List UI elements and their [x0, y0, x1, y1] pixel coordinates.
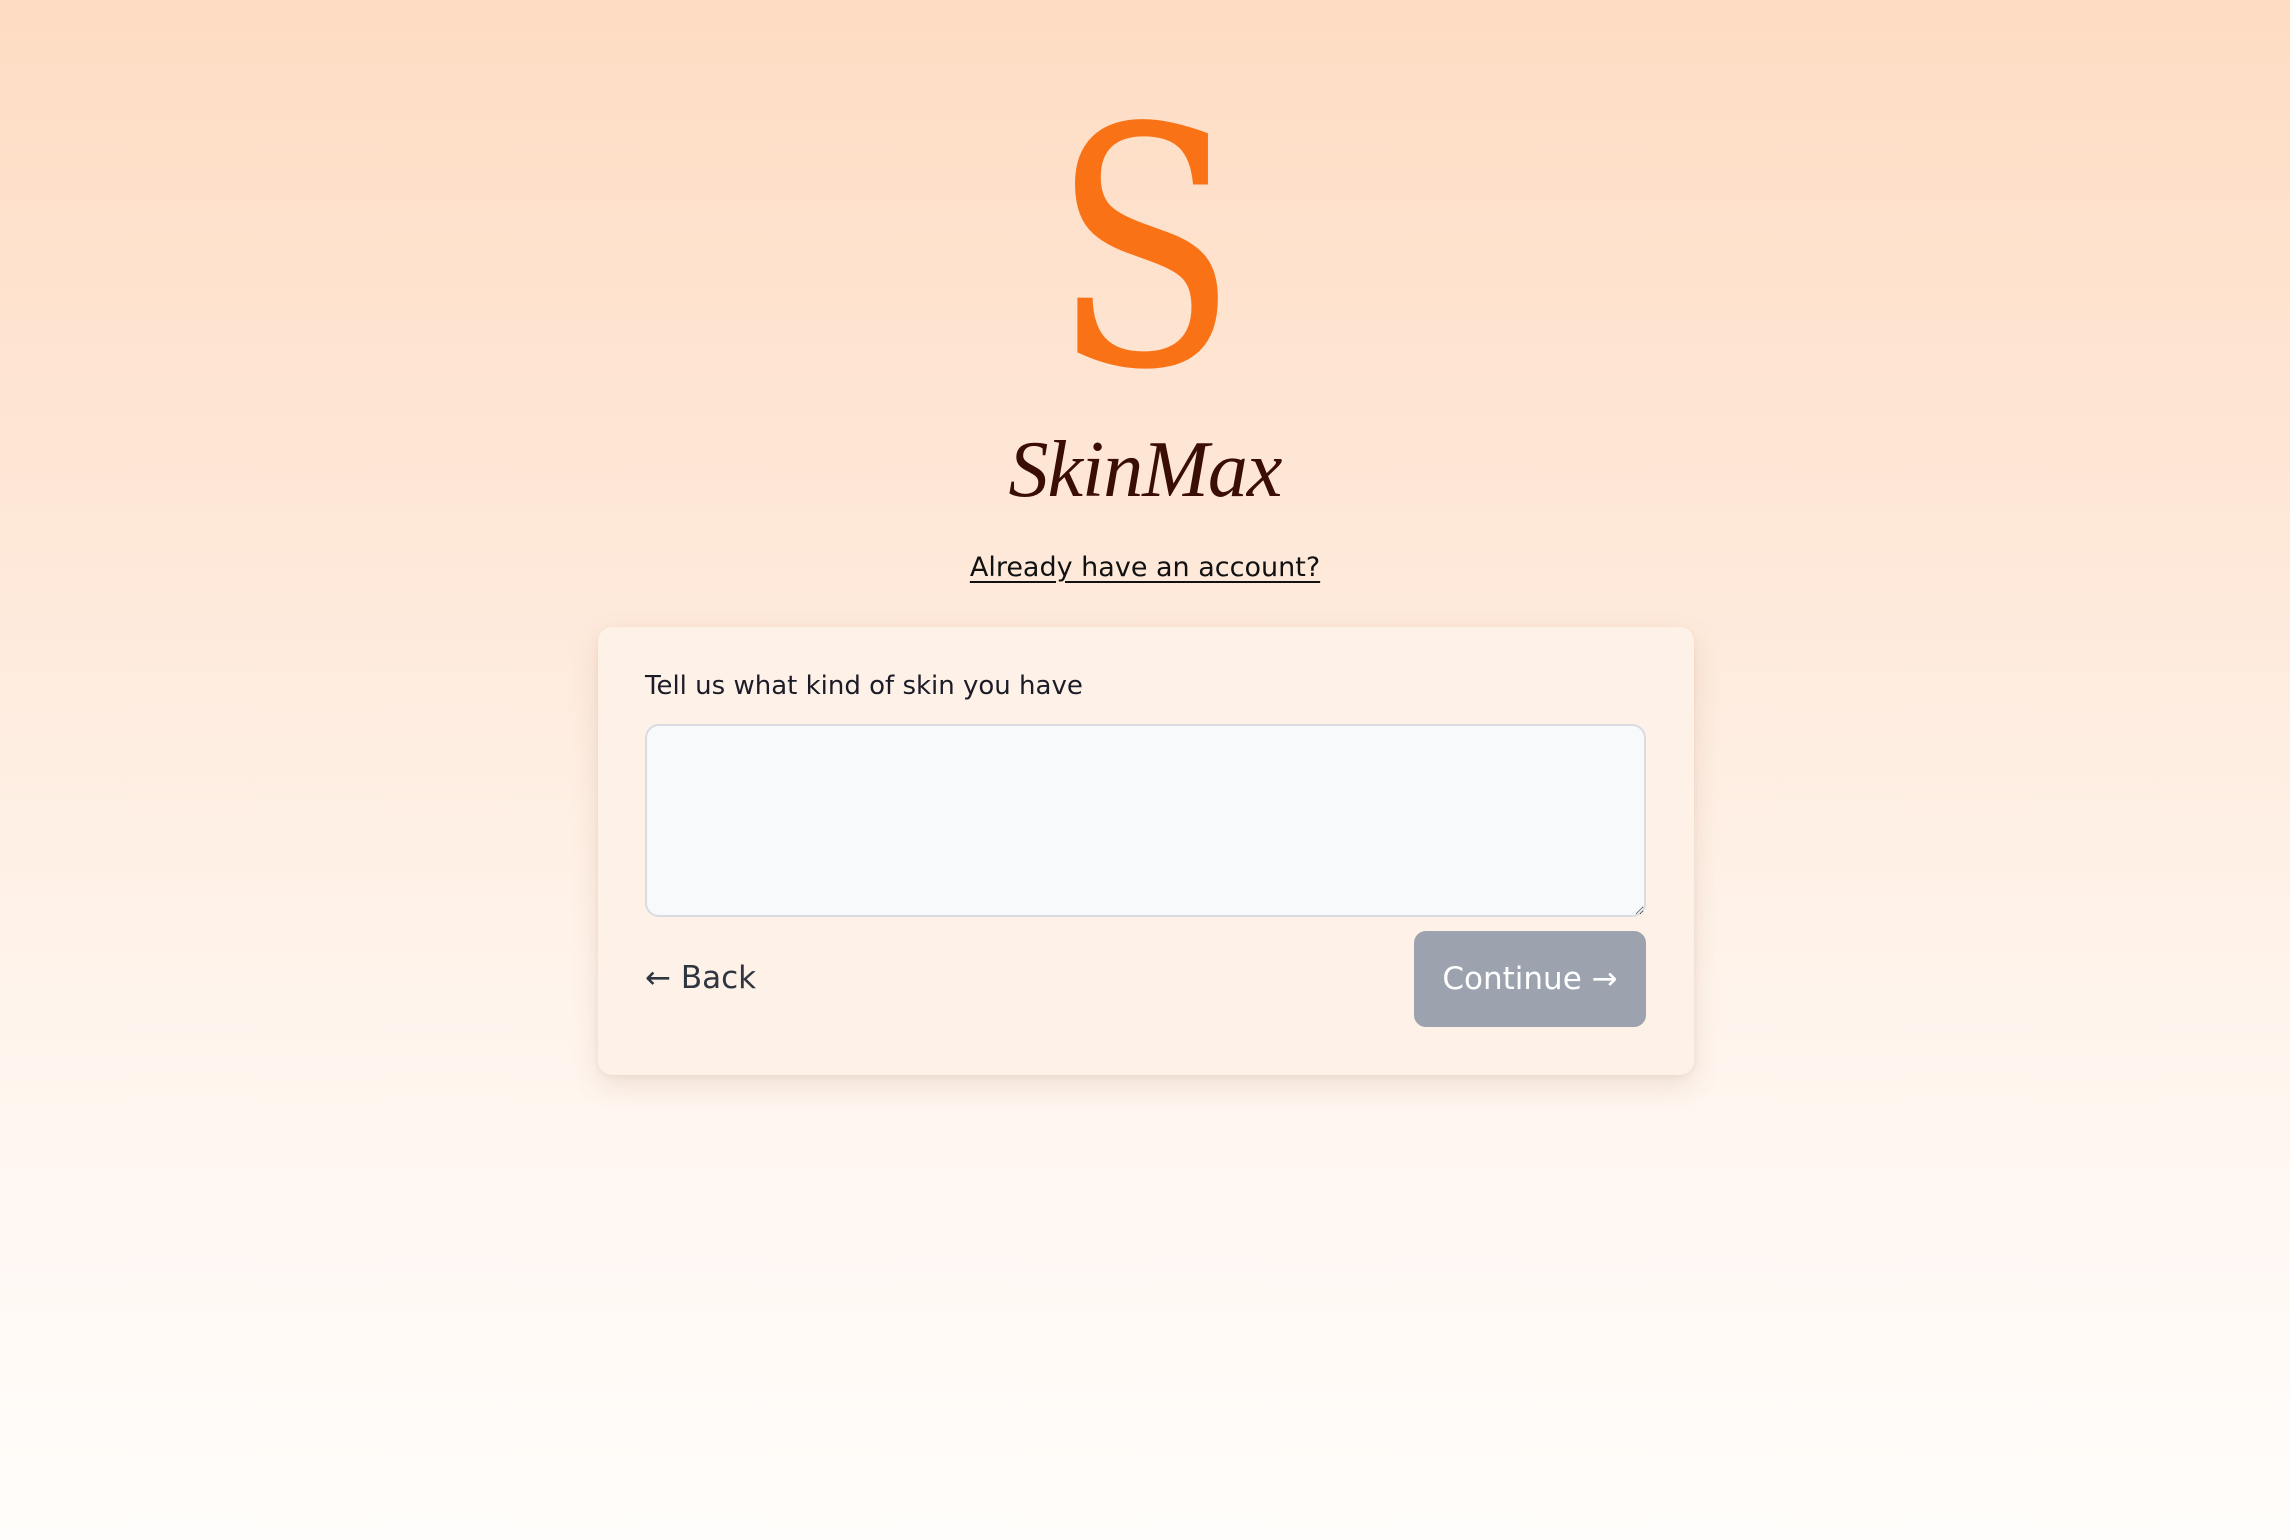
brand-name: SkinMax: [1008, 426, 1283, 514]
onboarding-card: Tell us what kind of skin you have ← Bac…: [598, 627, 1694, 1075]
back-button[interactable]: ← Back: [645, 953, 756, 1003]
continue-button[interactable]: Continue →: [1414, 931, 1646, 1027]
skin-type-question-label: Tell us what kind of skin you have: [645, 671, 1083, 701]
already-have-account-link[interactable]: Already have an account?: [970, 552, 1320, 583]
login-link-row: Already have an account?: [0, 546, 2290, 590]
brand-logo-mark: S: [1052, 58, 1238, 442]
skin-type-textarea[interactable]: [645, 724, 1646, 917]
